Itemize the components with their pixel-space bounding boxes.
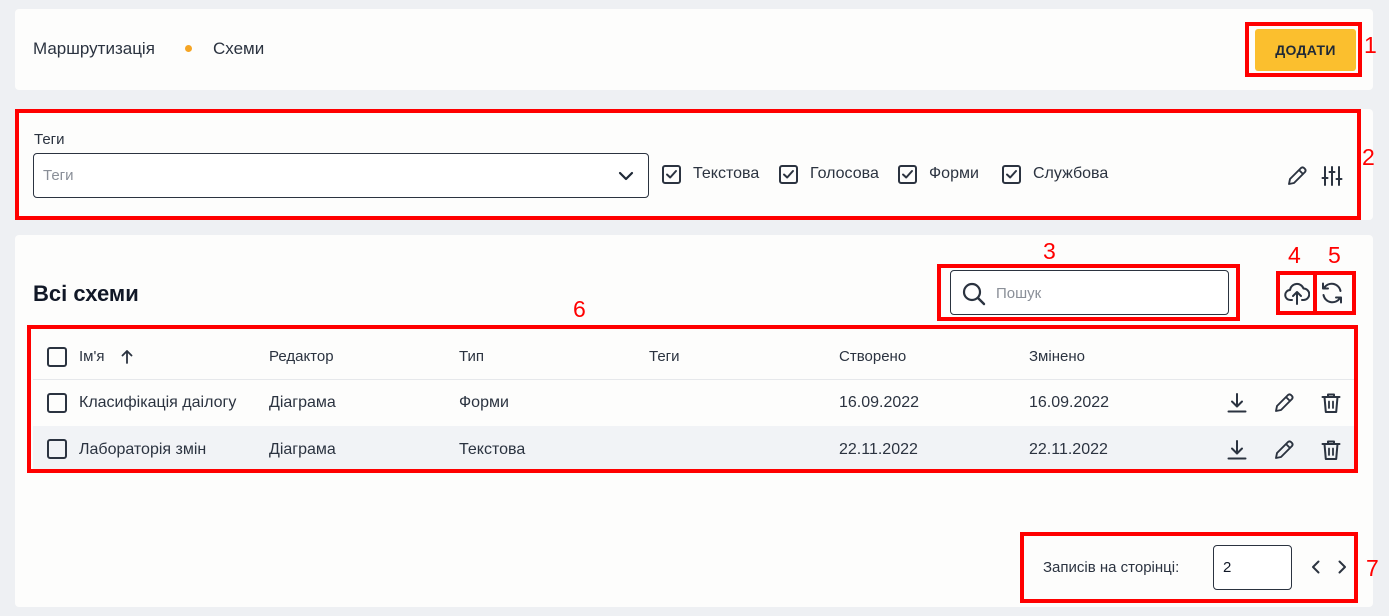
row-type: Форми bbox=[459, 394, 509, 411]
per-page-value: 2 bbox=[1223, 559, 1232, 576]
breadcrumb-root[interactable]: Маршрутизація bbox=[33, 39, 155, 59]
refresh-button[interactable] bbox=[1318, 279, 1346, 307]
refresh-icon bbox=[1322, 282, 1342, 304]
trash-icon bbox=[1321, 393, 1341, 413]
check-icon bbox=[1006, 169, 1017, 178]
delete-button[interactable] bbox=[1317, 436, 1345, 464]
search-icon bbox=[962, 282, 986, 306]
check-icon bbox=[783, 169, 794, 178]
row-editor: Діаграма bbox=[269, 441, 336, 458]
row-name[interactable]: Класифікація даілогу bbox=[79, 394, 236, 412]
tags-placeholder: Теги bbox=[43, 167, 74, 184]
download-icon bbox=[1227, 393, 1247, 413]
checkbox-box[interactable] bbox=[662, 164, 681, 184]
annotation-number-4: 4 bbox=[1288, 242, 1301, 268]
next-page-button[interactable] bbox=[1328, 553, 1356, 581]
row-created: 22.11.2022 bbox=[839, 441, 918, 458]
sliders-icon bbox=[1321, 166, 1343, 186]
chevron-down-icon bbox=[618, 171, 634, 181]
column-header-modified[interactable]: Змінено bbox=[1029, 348, 1085, 365]
pencil-icon bbox=[1288, 166, 1307, 185]
per-page-label: Записів на сторінці: bbox=[1043, 559, 1180, 576]
sort-ascending-icon[interactable] bbox=[121, 349, 133, 364]
download-icon bbox=[1227, 440, 1247, 460]
chevron-right-icon bbox=[1338, 560, 1346, 574]
breadcrumb-current: Схеми bbox=[213, 39, 265, 58]
column-header-name[interactable]: Ім'я bbox=[79, 348, 104, 365]
edit-button[interactable] bbox=[1270, 389, 1298, 417]
row-type: Текстова bbox=[459, 441, 526, 458]
checkbox-voice[interactable]: Голосова bbox=[779, 163, 879, 185]
column-header-type[interactable]: Тип bbox=[459, 348, 484, 365]
download-button[interactable] bbox=[1223, 389, 1251, 417]
column-header-tags[interactable]: Теги bbox=[649, 348, 680, 365]
cloud-upload-icon bbox=[1284, 282, 1310, 305]
upload-button[interactable] bbox=[1283, 279, 1311, 307]
annotation-number-5: 5 bbox=[1328, 242, 1341, 268]
per-page-input[interactable]: 2 bbox=[1213, 545, 1292, 590]
checkbox-text[interactable]: Текстова bbox=[662, 163, 759, 185]
annotation-number-6: 6 bbox=[573, 296, 586, 322]
row-created: 16.09.2022 bbox=[839, 394, 920, 411]
row-modified: 22.11.2022 bbox=[1029, 441, 1108, 458]
select-all-checkbox[interactable] bbox=[47, 347, 67, 367]
tags-select[interactable]: Теги bbox=[33, 153, 649, 198]
tags-label: Теги bbox=[34, 131, 65, 148]
annotation-number-1: 1 bbox=[1364, 32, 1377, 58]
edit-tags-button[interactable] bbox=[1283, 162, 1311, 190]
list-title: Всі схеми bbox=[33, 281, 139, 306]
checkbox-label: Форми bbox=[929, 165, 979, 182]
annotation-number-3: 3 bbox=[1043, 238, 1056, 264]
table-row[interactable]: Лабораторія змін Діаграма Текстова 22.11… bbox=[33, 426, 1355, 472]
checkbox-label: Голосова bbox=[810, 165, 879, 182]
pencil-icon bbox=[1275, 393, 1294, 412]
check-icon bbox=[666, 169, 677, 178]
checkbox-box[interactable] bbox=[779, 164, 798, 184]
annotation-number-2: 2 bbox=[1362, 144, 1375, 170]
checkbox-box[interactable] bbox=[898, 164, 917, 184]
edit-button[interactable] bbox=[1270, 436, 1298, 464]
pencil-icon bbox=[1275, 440, 1294, 459]
row-editor: Діаграма bbox=[269, 394, 336, 411]
search-input[interactable]: Пошук bbox=[950, 270, 1229, 315]
check-icon bbox=[902, 169, 913, 178]
row-modified: 16.09.2022 bbox=[1029, 394, 1110, 411]
table-row[interactable]: Класифікація даілогу Діаграма Форми 16.0… bbox=[33, 380, 1355, 426]
add-button[interactable]: ДОДАТИ bbox=[1255, 29, 1356, 71]
trash-icon bbox=[1321, 440, 1341, 460]
row-checkbox[interactable] bbox=[47, 393, 67, 413]
annotation-number-7: 7 bbox=[1366, 555, 1379, 581]
row-checkbox[interactable] bbox=[47, 439, 67, 459]
checkbox-label: Текстова bbox=[693, 165, 760, 182]
delete-button[interactable] bbox=[1317, 389, 1345, 417]
checkbox-forms[interactable]: Форми bbox=[898, 163, 979, 185]
filter-settings-button[interactable] bbox=[1318, 162, 1346, 190]
prev-page-button[interactable] bbox=[1302, 553, 1330, 581]
checkbox-service[interactable]: Службова bbox=[1002, 163, 1108, 185]
column-header-editor[interactable]: Редактор bbox=[269, 348, 334, 365]
breadcrumb-separator bbox=[185, 45, 192, 52]
chevron-left-icon bbox=[1312, 560, 1320, 574]
row-name[interactable]: Лабораторія змін bbox=[79, 441, 206, 459]
checkbox-label: Службова bbox=[1033, 165, 1109, 182]
search-placeholder: Пошук bbox=[996, 285, 1042, 302]
checkbox-box[interactable] bbox=[1002, 164, 1021, 184]
column-header-created[interactable]: Створено bbox=[839, 348, 906, 365]
download-button[interactable] bbox=[1223, 436, 1251, 464]
